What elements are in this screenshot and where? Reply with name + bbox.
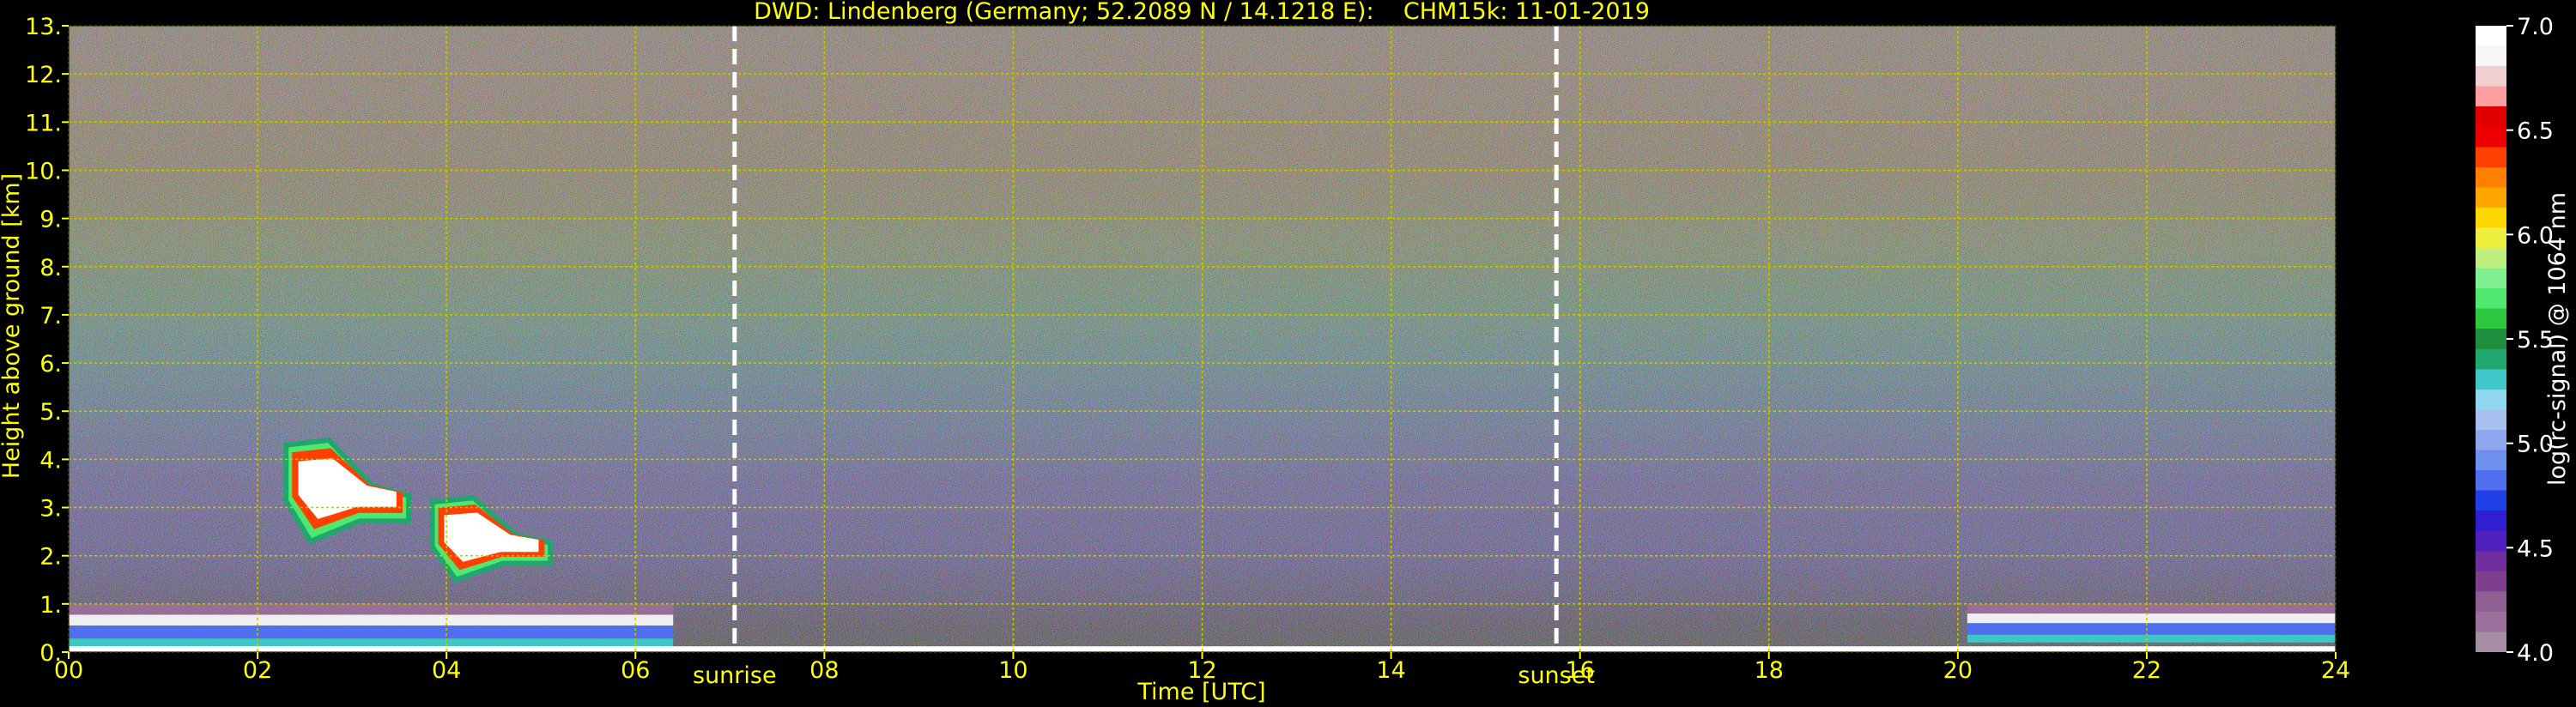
y-tick-label: 0. — [39, 640, 62, 667]
colorbar: 4.04.55.05.56.06.57.0 log(rc-signal) @ 1… — [2476, 14, 2571, 667]
colorbar-label: log(rc-signal) @ 1064 nm — [2544, 192, 2571, 486]
x-tick-label: 20 — [1943, 657, 1973, 684]
x-tick-label: 08 — [809, 657, 839, 684]
y-tick-label: 6. — [39, 351, 62, 378]
y-tick-label: 11. — [25, 110, 62, 136]
colorbar-tick-label: 6.5 — [2517, 118, 2554, 145]
x-tick-label: 06 — [621, 657, 650, 684]
y-tick-label: 5. — [39, 399, 62, 426]
x-tick-label: 22 — [2132, 657, 2161, 684]
colorbar-scale — [2476, 26, 2506, 652]
layer-top — [1967, 603, 2336, 614]
layer-body — [1967, 623, 2336, 635]
y-tick-label: 12. — [25, 62, 62, 88]
y-tick-label: 9. — [39, 207, 62, 233]
x-tick-label: 02 — [243, 657, 272, 684]
layer-edge — [1967, 613, 2336, 624]
y-tick-label: 10. — [25, 158, 62, 184]
plot-area — [68, 25, 2337, 653]
x-tick-label: 18 — [1755, 657, 1784, 684]
colorbar-tick-label: 4.5 — [2517, 535, 2554, 562]
layer-top — [69, 603, 674, 615]
y-tick-label: 7. — [39, 303, 62, 329]
x-tick-label: 14 — [1376, 657, 1405, 684]
x-tick-label: 24 — [2321, 657, 2350, 684]
x-tick-label: 10 — [998, 657, 1027, 684]
chart-title: DWD: Lindenberg (Germany; 52.2089 N / 14… — [754, 0, 1650, 25]
y-axis-label: Height above ground [km] — [0, 173, 25, 479]
colorbar-tick-label: 7.0 — [2517, 14, 2554, 40]
sunrise-label: sunrise — [693, 662, 777, 689]
x-tick-label: 04 — [432, 657, 461, 684]
layer-base — [1967, 634, 2336, 643]
lidar-plot: 00 02 04 06 08 10 12 14 16 18 20 22 240.1.2.3.4.5.6.… — [0, 0, 2571, 705]
layer-base — [69, 638, 674, 648]
y-tick-label: 13. — [25, 14, 62, 40]
y-tick-label: 2. — [39, 544, 62, 571]
y-tick-label: 8. — [39, 255, 62, 281]
sunset-label: sunset — [1518, 662, 1595, 689]
x-axis-label: Time [UTC] — [1136, 679, 1265, 705]
y-tick-label: 4. — [39, 447, 62, 474]
feature-boundary-layer-aerosol — [1967, 603, 2336, 643]
layer-edge — [69, 614, 674, 626]
feature-boundary-layer-aerosol — [69, 603, 674, 648]
colorbar-tick-label: 4.0 — [2517, 640, 2554, 667]
layer-body — [69, 625, 674, 639]
y-tick-label: 1. — [39, 592, 62, 619]
y-tick-label: 3. — [39, 496, 62, 523]
